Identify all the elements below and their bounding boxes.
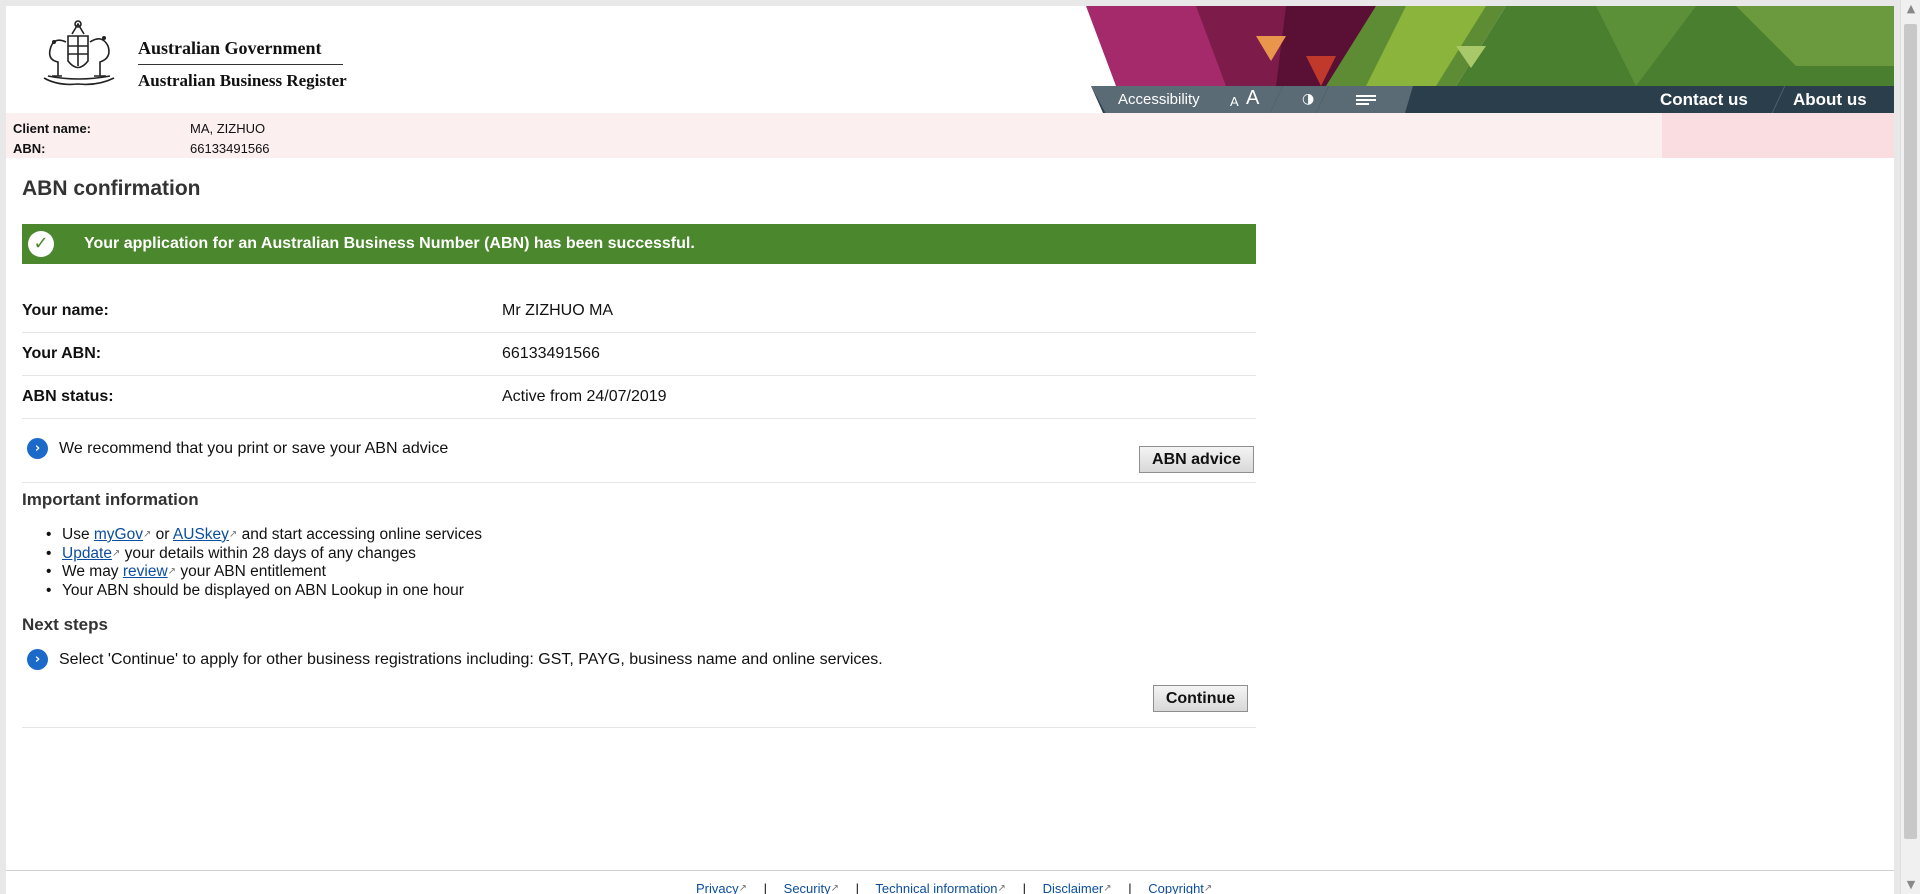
detail-value: Active from 24/07/2019	[502, 388, 667, 405]
contact-us-link[interactable]: Contact us	[1660, 86, 1748, 113]
font-size-increase-button[interactable]: A	[1246, 85, 1259, 112]
vertical-scrollbar[interactable]: ▲ ▼	[1900, 0, 1920, 894]
abn-advice-row: › We recommend that you print or save yo…	[22, 430, 1256, 483]
detail-value: Mr ZIZHUO MA	[502, 302, 614, 319]
external-link-icon: ↗	[1203, 883, 1213, 894]
external-link-icon: ↗	[997, 883, 1006, 894]
list-item: • Update↗ your details within 28 days of…	[46, 544, 416, 562]
org-name-australian-government: Australian Government	[138, 38, 343, 65]
header-banner-graphic	[1076, 6, 1894, 86]
scroll-down-icon[interactable]: ▼	[1901, 876, 1920, 894]
section-divider	[22, 727, 1256, 728]
about-us-link[interactable]: About us	[1793, 86, 1867, 113]
bullet-text: We may	[62, 563, 123, 580]
update-link[interactable]: Update	[62, 545, 112, 562]
footer-link-privacy[interactable]: Privacy	[696, 881, 739, 894]
bullet-text: your ABN entitlement	[176, 563, 326, 580]
recommend-text: We recommend that you print or save your…	[59, 440, 449, 457]
detail-value: 66133491566	[502, 345, 600, 362]
client-name-label: Client name:	[13, 121, 92, 136]
client-abn-label: ABN:	[13, 141, 46, 156]
success-banner: ✓ Your application for an Australian Bus…	[22, 224, 1256, 264]
check-circle-icon: ✓	[28, 231, 54, 257]
menu-icon[interactable]	[1356, 86, 1376, 113]
next-steps-text: Select 'Continue' to apply for other bus…	[59, 651, 883, 668]
continue-button[interactable]: Continue	[1153, 685, 1248, 712]
external-link-icon: ↗	[1103, 883, 1112, 894]
detail-row-name: Your name: Mr ZIZHUO MA	[22, 290, 1256, 333]
mygov-link[interactable]: myGov	[94, 526, 143, 543]
list-item: • Use myGov↗ or AUSkey↗ and start access…	[46, 526, 482, 543]
list-item: • Your ABN should be displayed on ABN Lo…	[46, 581, 464, 599]
org-name-abr: Australian Business Register	[138, 71, 347, 90]
important-info-title: Important information	[22, 490, 199, 509]
client-name-value: MA, ZIZHUO	[190, 121, 266, 136]
footer-link-copyright[interactable]: Copyright	[1148, 881, 1204, 894]
font-size-decrease-button[interactable]: A	[1230, 88, 1239, 115]
footer-link-security[interactable]: Security	[784, 881, 831, 894]
client-bar-accent	[1662, 113, 1894, 158]
coat-of-arms-icon	[43, 20, 115, 86]
next-steps-title: Next steps	[22, 615, 108, 634]
external-link-icon: ↗	[167, 566, 177, 577]
footer-separator: |	[1022, 881, 1026, 894]
footer-links: Privacy↗ | Security↗ | Technical informa…	[696, 881, 1212, 894]
detail-label: Your name:	[22, 302, 109, 319]
contrast-icon[interactable]: ◑	[1302, 86, 1314, 113]
detail-label: ABN status:	[22, 388, 114, 405]
detail-row-abn: Your ABN: 66133491566	[22, 333, 1256, 376]
client-abn-value: 66133491566	[190, 141, 270, 156]
external-link-icon: ↗	[738, 883, 748, 894]
site-footer: Privacy↗ | Security↗ | Technical informa…	[6, 870, 1894, 894]
accessibility-link[interactable]: Accessibility	[1118, 86, 1200, 113]
client-info-bar	[6, 113, 1894, 158]
bullet-text: Use	[62, 526, 94, 543]
review-link[interactable]: review	[123, 563, 168, 580]
browser-page: Australian Government Australian Busines…	[6, 6, 1894, 894]
abn-advice-button[interactable]: ABN advice	[1139, 446, 1254, 473]
success-message: Your application for an Australian Busin…	[84, 235, 695, 252]
external-link-icon: ↗	[830, 883, 840, 894]
detail-label: Your ABN:	[22, 345, 102, 362]
important-info-list: • Use myGov↗ or AUSkey↗ and start access…	[46, 526, 482, 600]
footer-link-disclaimer[interactable]: Disclaimer	[1043, 881, 1104, 894]
bullet-text: or	[151, 526, 173, 543]
scroll-up-icon[interactable]: ▲	[1901, 0, 1920, 18]
page-title: ABN confirmation	[22, 177, 201, 200]
list-item: • We may review↗ your ABN entitlement	[46, 563, 326, 580]
bullet-text: and start accessing online services	[237, 526, 482, 543]
bullet-text: Your ABN should be displayed on ABN Look…	[62, 581, 464, 599]
auskey-link[interactable]: AUSkey	[173, 526, 229, 543]
scrollbar-thumb[interactable]	[1904, 24, 1917, 839]
logo-text: Australian Government Australian Busines…	[138, 38, 347, 91]
footer-link-technical-information[interactable]: Technical information	[875, 881, 997, 894]
detail-row-status: ABN status: Active from 24/07/2019	[22, 376, 1256, 419]
site-header: Australian Government Australian Busines…	[6, 6, 1894, 113]
government-logo[interactable]: Australian Government Australian Busines…	[28, 16, 348, 96]
chevron-right-circle-icon: ›	[27, 649, 48, 670]
bullet-text: your details within 28 days of any chang…	[120, 544, 416, 562]
footer-separator: |	[1128, 881, 1132, 894]
footer-separator: |	[763, 881, 768, 894]
footer-separator: |	[855, 881, 860, 894]
chevron-right-circle-icon: ›	[27, 438, 48, 459]
